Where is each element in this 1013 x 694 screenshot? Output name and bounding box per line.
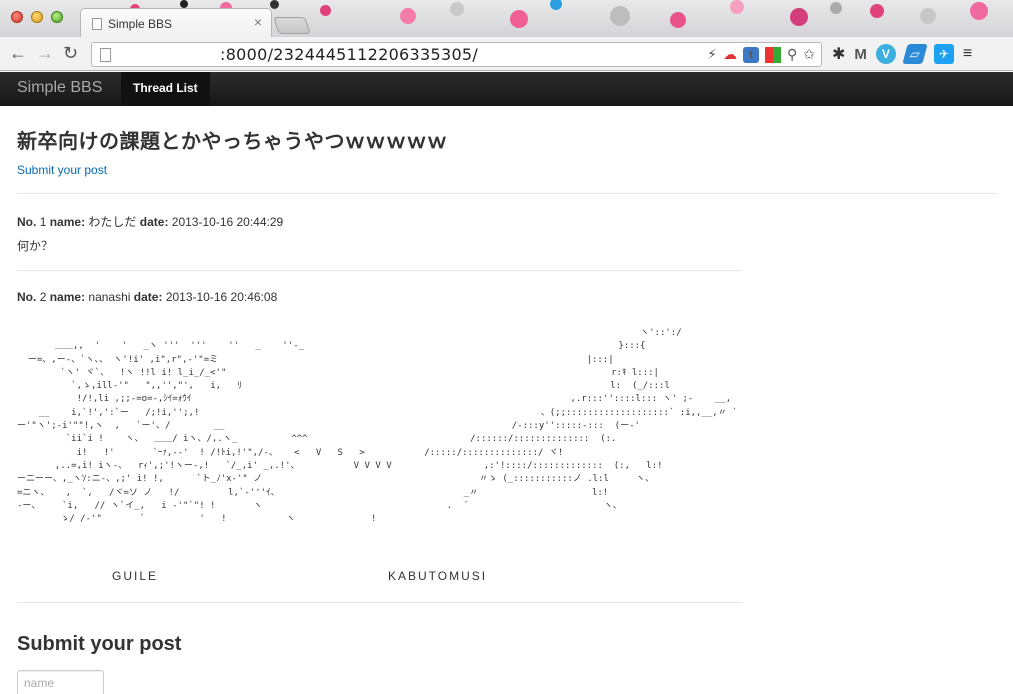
- post-body: 何か？: [17, 239, 54, 253]
- cloud-icon[interactable]: ☁: [723, 46, 737, 63]
- thread-title: 新卒向けの課題とかやっちゃうやつｗｗｗｗｗ: [17, 131, 448, 153]
- site-brand[interactable]: Simple BBS: [17, 79, 102, 97]
- theme-decoration: [390, 0, 860, 37]
- reload-button[interactable]: ↻: [63, 42, 78, 64]
- site-navbar: Simple BBS Thread List: [0, 72, 1013, 106]
- page-icon: [100, 48, 111, 62]
- submit-post-link[interactable]: Submit your post: [17, 163, 107, 177]
- tumblr-icon[interactable]: t: [743, 46, 759, 63]
- post-number: 2: [39, 290, 47, 304]
- bookmark-star-icon[interactable]: ✩: [803, 46, 815, 63]
- minimize-window-button[interactable]: [31, 11, 43, 23]
- divider: [17, 193, 997, 194]
- ascii-art-caption: KABUTOMUSI: [388, 569, 488, 583]
- back-button[interactable]: ←: [9, 42, 27, 64]
- post-date: 2013-10-16 20:46:08: [165, 290, 278, 304]
- url-text[interactable]: :8000/2324445112206335305/: [220, 45, 478, 64]
- twitter-icon[interactable]: ✈: [933, 44, 954, 64]
- tab-title: Simple BBS: [108, 17, 173, 31]
- divider: [17, 270, 742, 271]
- post-number: 1: [39, 215, 47, 229]
- page-icon: [92, 18, 102, 30]
- zoom-window-button[interactable]: [51, 11, 63, 23]
- ascii-art: ヽ'::':/ ＿＿,, ' ' _ヽ ''' ''' '' _ ''-_ }:…: [17, 328, 738, 525]
- post-author: わたしだ: [88, 215, 137, 229]
- browser-toolbar: ← → ↻ :8000/2324445112206335305/ ⚡ ☁ t ⚲…: [0, 37, 1013, 71]
- tab-close-icon[interactable]: ×: [254, 14, 262, 30]
- name-input[interactable]: [17, 670, 104, 694]
- post-author: nanashi: [88, 290, 131, 304]
- ascii-art-caption: GUILE: [112, 569, 159, 583]
- color-grid-icon[interactable]: [765, 46, 781, 63]
- new-tab-button[interactable]: [273, 17, 311, 34]
- gmail-icon[interactable]: M: [854, 46, 867, 63]
- divider: [17, 602, 742, 603]
- window-icon[interactable]: ▱: [902, 44, 928, 64]
- lightning-icon[interactable]: ⚡: [707, 46, 717, 63]
- menu-icon[interactable]: ≡: [963, 45, 972, 63]
- close-window-button[interactable]: [11, 11, 23, 23]
- theme-decoration: [860, 0, 1013, 37]
- post-header: No. 2 name: nanashi date: 2013-10-16 20:…: [17, 290, 278, 304]
- zoom-icon[interactable]: ⚲: [787, 46, 797, 63]
- address-bar[interactable]: :8000/2324445112206335305/ ⚡ ☁ t ⚲ ✩: [91, 42, 822, 67]
- browser-titlebar: Simple BBS ×: [0, 0, 1013, 37]
- nav-thread-list[interactable]: Thread List: [121, 72, 210, 106]
- forward-button[interactable]: →: [36, 42, 54, 64]
- vimeo-icon[interactable]: V: [875, 44, 896, 64]
- bug-icon[interactable]: ✱: [832, 44, 845, 64]
- post-date: 2013-10-16 20:44:29: [171, 215, 284, 229]
- post-header: No. 1 name: わたしだ date: 2013-10-16 20:44:…: [17, 215, 284, 229]
- browser-tab[interactable]: Simple BBS ×: [80, 8, 272, 37]
- form-title: Submit your post: [17, 633, 182, 655]
